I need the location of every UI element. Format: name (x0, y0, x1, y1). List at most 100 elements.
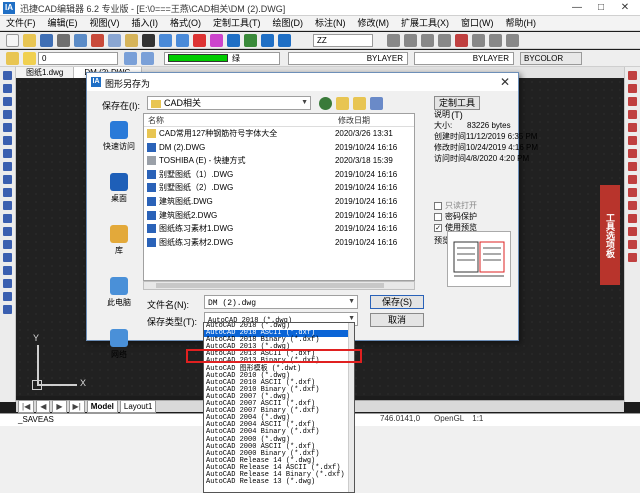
menu-extended-tools[interactable]: 扩展工具(X) (395, 16, 455, 31)
revision-cloud-icon[interactable] (3, 162, 12, 171)
cut-icon[interactable] (91, 33, 104, 47)
layer-select[interactable]: 0 (38, 51, 118, 65)
filetype-dropdown-list[interactable]: AutoCAD 2018 (*.dwg) AutoCAD 2018 ASCII (… (203, 322, 355, 493)
undo-icon[interactable] (159, 33, 172, 47)
place-desktop[interactable]: 桌面 (96, 173, 142, 219)
dialog-close-button[interactable]: ✕ (497, 75, 513, 89)
save-button[interactable]: 保存(S) (370, 295, 424, 309)
file-row[interactable]: 别墅图纸（1）.DWG 2019/10/24 16:16 (144, 168, 414, 182)
column-name[interactable]: 名称 (144, 114, 334, 127)
line-tool-icon[interactable] (489, 33, 502, 47)
next-tab-arrow-icon[interactable]: ▶ (52, 400, 67, 413)
arc-icon[interactable] (3, 136, 12, 145)
save-in-select[interactable]: CAD相关 ▼ (147, 96, 311, 110)
minimize-button[interactable]: — (566, 1, 588, 15)
file-row[interactable]: CAD常用127种钢筋符号字体大全 2020/3/26 13:31 (144, 127, 414, 141)
menu-file[interactable]: 文件(F) (0, 16, 42, 31)
color-select[interactable]: 绿 (164, 51, 280, 65)
menu-format[interactable]: 格式(O) (164, 16, 207, 31)
point-icon[interactable] (3, 240, 12, 249)
file-row[interactable]: TOSHIBA (E) - 快捷方式 2020/3/18 15:39 (144, 154, 414, 168)
dimension-angle-icon[interactable] (438, 33, 451, 47)
prev-tab-arrow-icon[interactable]: ◀ (36, 400, 51, 413)
file-row[interactable]: 图纸练习素材2.DWG 2019/10/24 16:16 (144, 236, 414, 250)
tab-drawing1[interactable]: 图纸1.dwg (16, 67, 75, 78)
menu-window[interactable]: 窗口(W) (455, 16, 500, 31)
layer-on-icon[interactable] (23, 51, 36, 65)
horizontal-scrollbar[interactable] (143, 281, 415, 290)
polyline-icon[interactable] (3, 97, 12, 106)
maximize-button[interactable]: □ (590, 1, 612, 15)
tab-layout1[interactable]: Layout1 (119, 400, 157, 413)
arc-tool-icon[interactable] (472, 33, 485, 47)
rotate-icon[interactable] (628, 149, 637, 158)
text-style-select[interactable]: ZZ (313, 33, 373, 47)
lineweight-select[interactable]: BYLAYER (414, 51, 514, 65)
annotation-scale[interactable]: 1:1 (472, 414, 483, 423)
rectangle-icon[interactable] (3, 123, 12, 132)
save-icon[interactable] (40, 33, 53, 47)
make-block-icon[interactable] (3, 227, 12, 236)
ellipse-icon[interactable] (3, 188, 12, 197)
password-checkbox[interactable]: 密码保护 (434, 211, 514, 222)
mtext-icon[interactable] (3, 305, 12, 314)
polyline-tool-icon[interactable] (506, 33, 519, 47)
layer-state-icon[interactable] (124, 51, 137, 65)
menu-edit[interactable]: 编辑(E) (42, 16, 84, 31)
last-tab-arrow-icon[interactable]: ▶| (68, 400, 85, 413)
place-this-pc[interactable]: 此电脑 (96, 277, 142, 323)
text-b-icon[interactable] (278, 33, 291, 47)
opengl-status[interactable]: OpenGL (434, 414, 464, 423)
back-icon[interactable] (319, 97, 332, 110)
erase-icon[interactable] (628, 71, 637, 80)
help-icon[interactable] (244, 33, 257, 47)
zoom-icon[interactable] (210, 33, 223, 47)
copy-object-icon[interactable] (628, 84, 637, 93)
tool-palette-tab[interactable]: 工具选项板 (600, 185, 620, 285)
close-button[interactable]: ✕ (614, 1, 636, 15)
region-icon[interactable] (3, 279, 12, 288)
filetype-option[interactable]: AutoCAD Release 13 (*.dwg) (204, 478, 354, 486)
menu-insert[interactable]: 插入(I) (126, 16, 165, 31)
readonly-checkbox[interactable]: 只读打开 (434, 200, 514, 211)
menu-custom-tools[interactable]: 定制工具(T) (207, 16, 267, 31)
stretch-icon[interactable] (628, 175, 637, 184)
file-row[interactable]: 图纸练习素材1.DWG 2019/10/24 16:16 (144, 222, 414, 236)
menu-dimension[interactable]: 标注(N) (309, 16, 352, 31)
construction-line-icon[interactable] (3, 84, 12, 93)
ellipse-arc-icon[interactable] (3, 201, 12, 210)
up-folder-icon[interactable] (336, 97, 349, 110)
dimension-icon[interactable] (387, 33, 400, 47)
menu-view[interactable]: 视图(V) (84, 16, 126, 31)
dimension-aligned-icon[interactable] (421, 33, 434, 47)
linetype-select[interactable]: BYLAYER (288, 51, 408, 65)
text-a-icon[interactable] (261, 33, 274, 47)
spline-icon[interactable] (3, 175, 12, 184)
view-menu-icon[interactable] (370, 97, 383, 110)
extend-icon[interactable] (628, 201, 637, 210)
layer-previous-icon[interactable] (141, 51, 154, 65)
menu-help[interactable]: 帮助(H) (500, 16, 543, 31)
table-icon[interactable] (3, 292, 12, 301)
redo-icon[interactable] (176, 33, 189, 47)
dimension-linear-icon[interactable] (404, 33, 417, 47)
scrollbar-thumb[interactable] (156, 283, 384, 288)
copy-icon[interactable] (108, 33, 121, 47)
circle-tool-icon[interactable] (455, 33, 468, 47)
file-row[interactable]: DM (2).DWG 2019/10/24 16:16 (144, 141, 414, 155)
break-icon[interactable] (628, 214, 637, 223)
cancel-button[interactable]: 取消 (370, 313, 424, 327)
place-network[interactable]: 网络 (96, 329, 142, 375)
file-row[interactable]: 建筑图纸2.DWG 2019/10/24 16:16 (144, 209, 414, 223)
open-folder-icon[interactable] (23, 33, 36, 47)
pan-icon[interactable] (227, 33, 240, 47)
polygon-icon[interactable] (3, 110, 12, 119)
trim-icon[interactable] (628, 188, 637, 197)
tab-model[interactable]: Model (86, 400, 118, 413)
chamfer-icon[interactable] (628, 227, 637, 236)
scale-icon[interactable] (628, 162, 637, 171)
new-folder-icon[interactable] (353, 97, 366, 110)
file-row[interactable]: 建筑图纸.DWG 2019/10/24 16:16 (144, 195, 414, 209)
match-properties-icon[interactable] (142, 33, 155, 47)
new-file-icon[interactable] (6, 33, 19, 47)
